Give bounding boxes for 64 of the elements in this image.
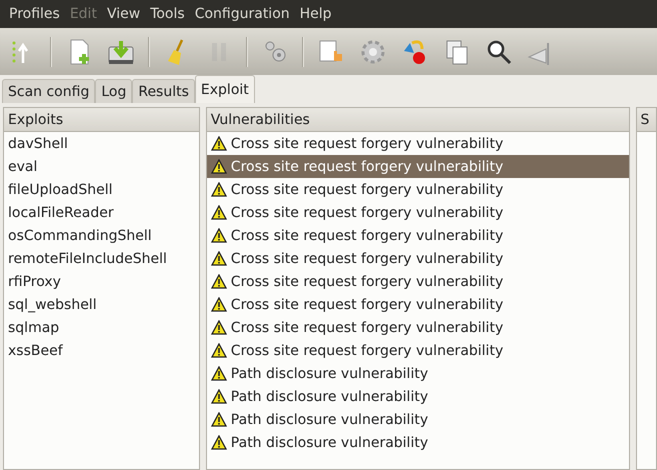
vulnerability-label: Cross site request forgery vulnerability: [230, 204, 504, 220]
tab[interactable]: Scan config: [2, 79, 96, 103]
vulnerability-label: Cross site request forgery vulnerability: [230, 158, 504, 174]
warning-icon: [210, 366, 227, 381]
vulnerability-label: Cross site request forgery vulnerability: [230, 136, 504, 152]
list-item[interactable]: davShell: [4, 132, 199, 155]
vulnerability-label: Path disclosure vulnerability: [230, 412, 428, 428]
warning-icon: [210, 159, 227, 174]
menu-item[interactable]: Profiles: [4, 6, 65, 22]
vulnerability-label: Cross site request forgery vulnerability: [230, 296, 504, 312]
vulnerability-label: Cross site request forgery vulnerability: [230, 250, 504, 266]
list-row[interactable]: Cross site request forgery vulnerability: [206, 339, 629, 362]
warning-icon: [210, 274, 227, 289]
warning-icon: [210, 297, 227, 312]
column-header: Vulnerabilities: [206, 108, 629, 132]
list-row[interactable]: Cross site request forgery vulnerability: [206, 247, 629, 270]
list-item[interactable]: osCommandingShell: [4, 224, 199, 247]
list-row[interactable]: Cross site request forgery vulnerability: [206, 224, 629, 247]
list-row[interactable]: Path disclosure vulnerability: [206, 385, 629, 408]
list-row[interactable]: Cross site request forgery vulnerability: [206, 201, 629, 224]
warning-icon: [210, 412, 227, 427]
list-row[interactable]: Path disclosure vulnerability: [206, 408, 629, 431]
warning-icon: [210, 251, 227, 266]
vulnerability-label: Cross site request forgery vulnerability: [230, 182, 504, 198]
list-row[interactable]: Cross site request forgery vulnerability: [206, 293, 629, 316]
menu-item[interactable]: View: [102, 6, 146, 22]
warning-icon: [210, 320, 227, 335]
list-item[interactable]: eval: [4, 155, 199, 178]
vulnerability-label: Cross site request forgery vulnerability: [230, 342, 504, 358]
vulnerability-label: Cross site request forgery vulnerability: [230, 228, 504, 244]
list-item[interactable]: sql_webshell: [4, 293, 199, 316]
menu-item[interactable]: Help: [294, 6, 337, 22]
list-item[interactable]: rfiProxy: [4, 270, 199, 293]
warning-icon: [210, 435, 227, 450]
list-row[interactable]: Path disclosure vulnerability: [206, 362, 629, 385]
list-item[interactable]: xssBeef: [4, 339, 199, 362]
vulnerability-label: Path disclosure vulnerability: [230, 388, 428, 404]
column-header: S: [636, 108, 656, 132]
vulnerability-label: Cross site request forgery vulnerability: [230, 274, 504, 290]
warning-icon: [210, 389, 227, 404]
warning-icon: [210, 136, 227, 151]
vulnerability-label: Path disclosure vulnerability: [230, 434, 428, 450]
list-item[interactable]: fileUploadShell: [4, 178, 199, 201]
warning-icon: [210, 205, 227, 220]
warning-icon: [210, 343, 227, 358]
list-row[interactable]: Cross site request forgery vulnerability: [206, 178, 629, 201]
vulnerability-label: Cross site request forgery vulnerability: [230, 320, 504, 336]
warning-icon: [210, 182, 227, 197]
menu-item[interactable]: Configuration: [190, 6, 295, 22]
list-row[interactable]: Cross site request forgery vulnerability: [206, 270, 629, 293]
menu-item[interactable]: Tools: [145, 6, 190, 22]
tab[interactable]: Results: [132, 79, 195, 103]
list-row[interactable]: Path disclosure vulnerability: [206, 431, 629, 454]
list-row[interactable]: Cross site request forgery vulnerability: [206, 316, 629, 339]
column-header: Exploits: [4, 108, 199, 132]
list-row[interactable]: Cross site request forgery vulnerability: [206, 155, 629, 178]
vulnerability-label: Path disclosure vulnerability: [230, 366, 428, 382]
list-item[interactable]: localFileReader: [4, 201, 199, 224]
list-item[interactable]: sqlmap: [4, 316, 199, 339]
warning-icon: [210, 228, 227, 243]
tab[interactable]: Exploit: [194, 75, 255, 103]
list-row[interactable]: Cross site request forgery vulnerability: [206, 132, 629, 155]
tab[interactable]: Log: [95, 79, 132, 103]
list-item[interactable]: remoteFileIncludeShell: [4, 247, 199, 270]
